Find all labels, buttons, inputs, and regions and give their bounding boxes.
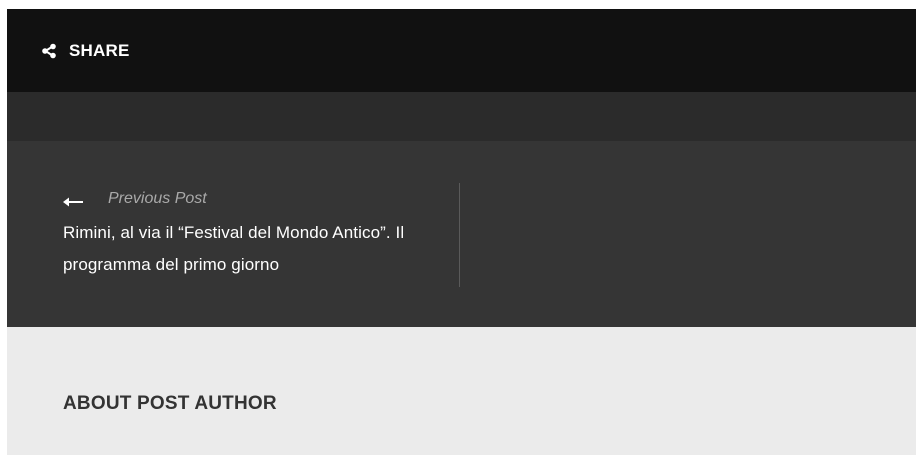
share-label: SHARE <box>69 40 130 60</box>
share-icon <box>41 43 57 59</box>
post-navigation: Previous Post Rimini, al via il “Festiva… <box>7 141 916 327</box>
divider-band <box>7 92 916 141</box>
previous-post-label: Previous Post <box>108 190 207 207</box>
previous-post-meta: Previous Post <box>63 183 459 215</box>
post-footer: SHARE Previous Post Rimini, al via il “F… <box>7 9 916 455</box>
share-bar: SHARE <box>7 9 916 92</box>
arrow-left-icon <box>63 194 83 207</box>
previous-post-link[interactable]: Previous Post Rimini, al via il “Festiva… <box>63 183 460 287</box>
page: SHARE Previous Post Rimini, al via il “F… <box>0 0 916 455</box>
share-button[interactable]: SHARE <box>41 41 130 61</box>
previous-post-title[interactable]: Rimini, al via il “Festival del Mondo An… <box>63 217 455 281</box>
about-author-section: ABOUT POST AUTHOR <box>7 327 916 455</box>
about-author-heading: ABOUT POST AUTHOR <box>63 393 277 414</box>
